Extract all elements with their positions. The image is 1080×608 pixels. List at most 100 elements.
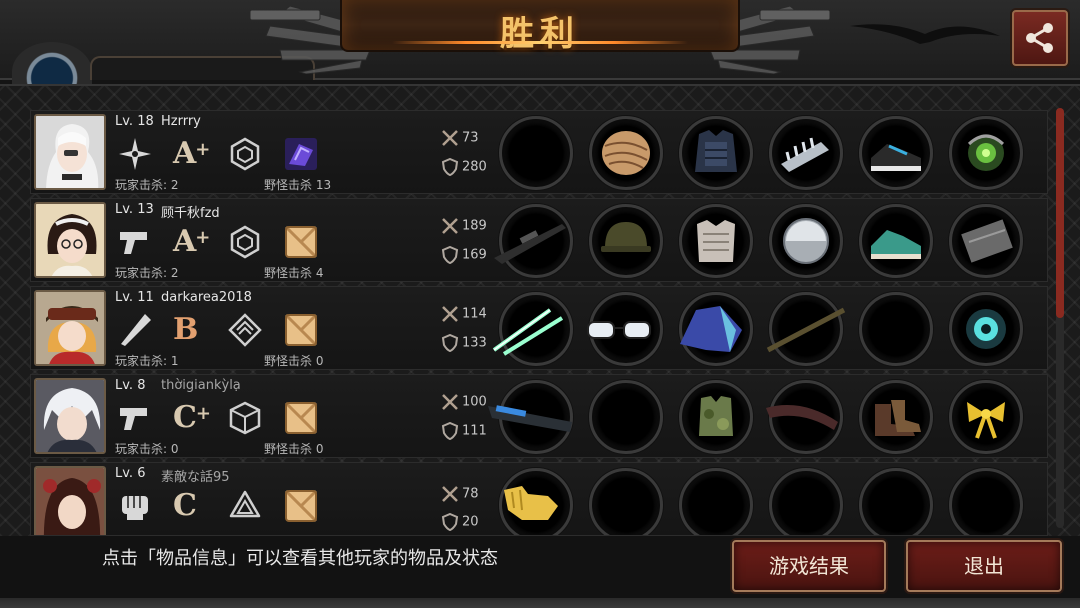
item-slot-rod[interactable] xyxy=(766,292,846,366)
item-slot-empty[interactable] xyxy=(589,380,663,454)
item-slot-empty[interactable] xyxy=(499,116,573,190)
box-skill-icon[interactable] xyxy=(283,400,319,436)
item-slot-plate-armor[interactable] xyxy=(679,204,753,278)
player-grade: C xyxy=(173,488,197,523)
item-slot-camo-vest[interactable] xyxy=(679,380,753,454)
player-row[interactable]: Lv. 11 darkarea2018 B 玩家击杀: 1 野怪击杀 0 114… xyxy=(30,286,1048,370)
defense-stat: 280 xyxy=(441,157,487,177)
cube-badge-icon xyxy=(227,400,263,436)
monster-kills: 野怪击杀 13 xyxy=(264,178,332,192)
item-slot-gold-gauntlet[interactable] xyxy=(499,468,573,535)
item-slot-empty[interactable] xyxy=(679,468,753,535)
item-slot-empty[interactable] xyxy=(859,468,933,535)
item-slot-plasma-rifle[interactable] xyxy=(488,380,573,454)
player-name: Hzrrry xyxy=(161,114,201,129)
bat-icon xyxy=(117,312,153,348)
panel-scrollbar[interactable] xyxy=(1056,108,1064,528)
purple-skill-icon[interactable] xyxy=(283,136,319,172)
player-avatar xyxy=(34,466,106,535)
player-kills: 玩家击杀: 0 xyxy=(115,442,179,456)
attack-stat: 189 xyxy=(441,217,487,235)
defense-stat: 133 xyxy=(441,333,487,353)
shield-icon xyxy=(441,512,459,532)
player-name: darkarea2018 xyxy=(161,290,252,305)
item-slot-military-helmet[interactable] xyxy=(589,204,663,278)
attack-stat: 114 xyxy=(441,305,487,323)
item-slot-blue-cloak[interactable] xyxy=(679,292,753,366)
item-slot-bandage[interactable] xyxy=(589,116,663,190)
player-row[interactable]: Lv. 8 thờigiankỳlạ C+ 玩家击杀: 0 野怪击杀 0 100… xyxy=(30,374,1048,458)
attack-stat: 78 xyxy=(441,485,479,503)
item-slot-gold-ribbon[interactable] xyxy=(949,380,1023,454)
item-slot-metal-disc[interactable] xyxy=(769,204,843,278)
shield-icon xyxy=(441,333,459,353)
item-slot-sneakers[interactable] xyxy=(859,116,933,190)
monster-kills: 野怪击杀 0 xyxy=(264,442,324,456)
player-level: Lv. 8 xyxy=(115,378,146,393)
swords-icon xyxy=(442,130,458,146)
player-grade: B xyxy=(173,312,198,347)
player-name: 素敵な話95 xyxy=(161,470,230,485)
share-button[interactable] xyxy=(1012,10,1068,66)
player-avatar xyxy=(34,290,106,366)
player-row[interactable]: Lv. 6 素敵な話95 C 78 20 xyxy=(30,462,1048,536)
item-slot-sniper-rifle[interactable] xyxy=(494,204,573,278)
attack-stat: 100 xyxy=(441,393,487,411)
player-name: thờigiankỳlạ xyxy=(161,378,241,393)
victory-title: 胜利 xyxy=(500,14,580,54)
shuriken-icon xyxy=(117,136,153,172)
item-slot-cyber-eye[interactable] xyxy=(949,292,1023,366)
shield-icon xyxy=(441,157,459,177)
defense-stat: 169 xyxy=(441,245,487,265)
player-kills: 玩家击杀: 1 xyxy=(115,354,179,368)
item-slot-light-sabers[interactable] xyxy=(492,292,573,366)
player-row[interactable]: Lv. 13 顾千秋fzd A+ 玩家击杀: 2 野怪击杀 4 189 169 xyxy=(30,198,1048,282)
player-avatar xyxy=(34,378,106,454)
victory-banner: 胜利 xyxy=(340,0,740,54)
swords-icon xyxy=(442,306,458,322)
player-avatar xyxy=(34,202,106,278)
item-slot-empty[interactable] xyxy=(859,292,933,366)
item-slot-boomerang[interactable] xyxy=(766,380,843,454)
box-skill-icon[interactable] xyxy=(283,488,319,524)
defense-stat: 111 xyxy=(441,421,487,441)
item-slot-magazine[interactable] xyxy=(949,204,1023,278)
box-skill-icon[interactable] xyxy=(283,312,319,348)
diamond-badge-icon xyxy=(227,312,263,348)
shield-icon xyxy=(441,245,459,265)
share-icon xyxy=(1026,23,1053,53)
exit-button[interactable]: 退出 xyxy=(906,540,1062,592)
item-slot-boots[interactable] xyxy=(859,380,933,454)
item-slot-glasses[interactable] xyxy=(587,292,663,366)
hexagon-badge-icon xyxy=(227,136,263,172)
fist-icon xyxy=(117,488,153,524)
shield-icon xyxy=(441,421,459,441)
item-slot-body-armor[interactable] xyxy=(679,116,753,190)
player-grade: A+ xyxy=(173,224,210,259)
box-skill-icon[interactable] xyxy=(283,224,319,260)
pistol-icon xyxy=(117,224,153,260)
player-level: Lv. 13 xyxy=(115,202,154,217)
item-slot-empty[interactable] xyxy=(769,468,843,535)
player-name: 顾千秋fzd xyxy=(161,206,220,221)
defense-stat: 20 xyxy=(441,512,479,532)
swords-icon xyxy=(442,486,458,502)
player-level: Lv. 6 xyxy=(115,466,146,481)
swords-icon xyxy=(442,394,458,410)
item-slot-spiked-bracer[interactable] xyxy=(769,116,843,190)
game-result-button[interactable]: 游戏结果 xyxy=(732,540,886,592)
top-bar: 胜利 xyxy=(0,0,1080,102)
pistol-icon xyxy=(117,400,153,436)
item-slot-sneakers[interactable] xyxy=(859,204,933,278)
item-slot-empty[interactable] xyxy=(949,468,1023,535)
scrollbar-thumb[interactable] xyxy=(1056,108,1064,318)
item-slot-empty[interactable] xyxy=(589,468,663,535)
monster-kills: 野怪击杀 4 xyxy=(264,266,324,280)
bottom-edge xyxy=(0,598,1080,608)
item-slot-orb-gadget[interactable] xyxy=(949,116,1023,190)
player-row[interactable]: Lv. 18 Hzrrry A+ 玩家击杀: 2 野怪击杀 13 73 280 xyxy=(30,110,1048,194)
attack-stat: 73 xyxy=(441,129,479,147)
hexagon-badge-icon xyxy=(227,224,263,260)
player-level: Lv. 18 xyxy=(115,114,154,129)
player-kills: 玩家击杀: 2 xyxy=(115,266,179,280)
